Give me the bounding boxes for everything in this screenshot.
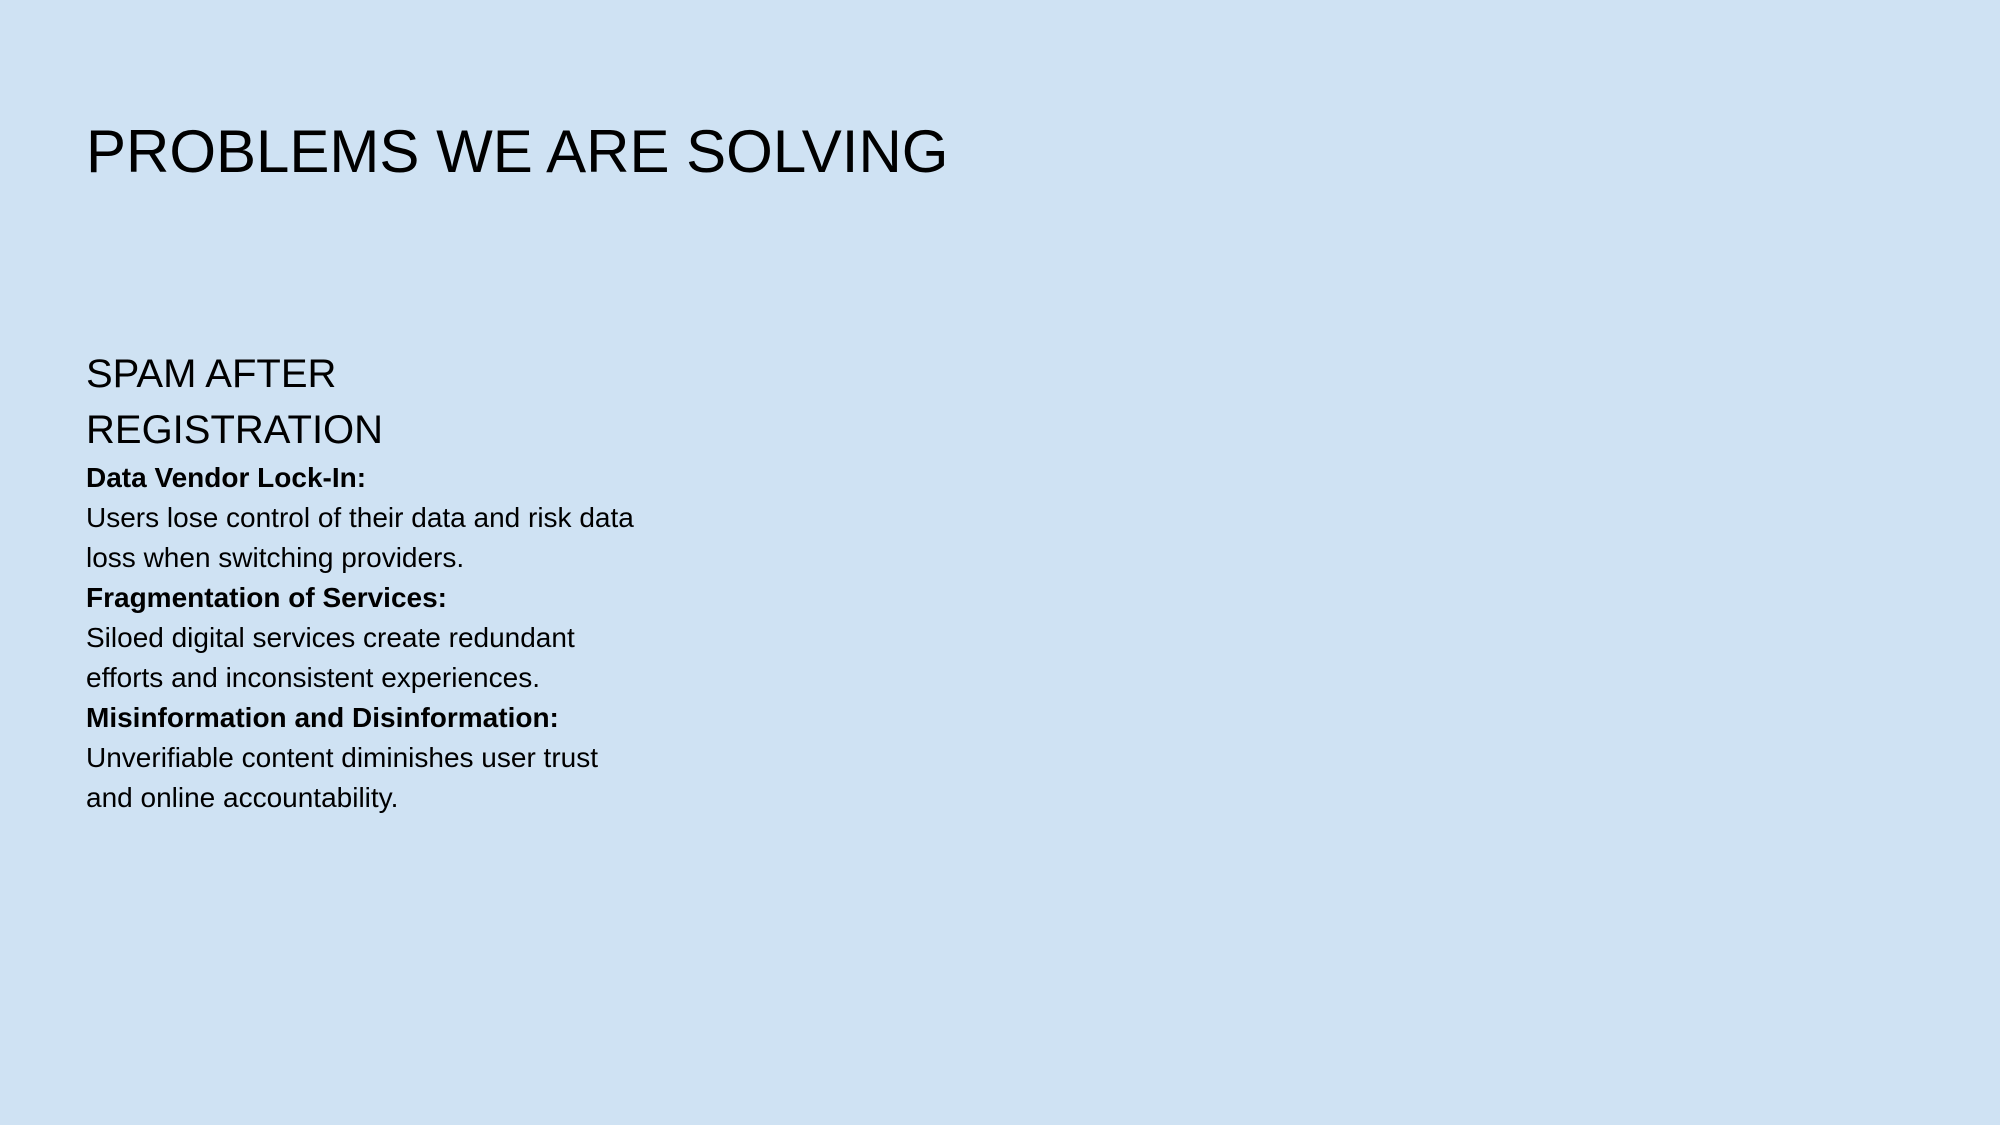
- problem-title: Misinformation and Disinformation:: [86, 702, 559, 733]
- problem-item-vendor-lock-in: Data Vendor Lock-In: Users lose control …: [86, 458, 666, 578]
- section-heading: SPAM AFTER REGISTRATION: [86, 352, 384, 452]
- problem-description: Unverifiable content diminishes user tru…: [86, 742, 599, 813]
- problem-item-misinformation: Misinformation and Disinformation: Unver…: [86, 698, 666, 818]
- slide-title: PROBLEMS WE ARE SOLVING: [86, 118, 949, 185]
- problem-title: Fragmentation of Services:: [86, 582, 447, 613]
- problem-item-fragmentation: Fragmentation of Services: Siloed digita…: [86, 578, 666, 698]
- problems-text-box: SPAM AFTER REGISTRATION Data Vendor Lock…: [86, 346, 666, 818]
- slide: PROBLEMS WE ARE SOLVING SPAM AFTER REGIS…: [0, 0, 2000, 1125]
- problem-title: Data Vendor Lock-In:: [86, 462, 367, 493]
- problem-description: Users lose control of their data and ris…: [86, 502, 634, 573]
- problem-description: Siloed digital services create redundant…: [86, 622, 575, 693]
